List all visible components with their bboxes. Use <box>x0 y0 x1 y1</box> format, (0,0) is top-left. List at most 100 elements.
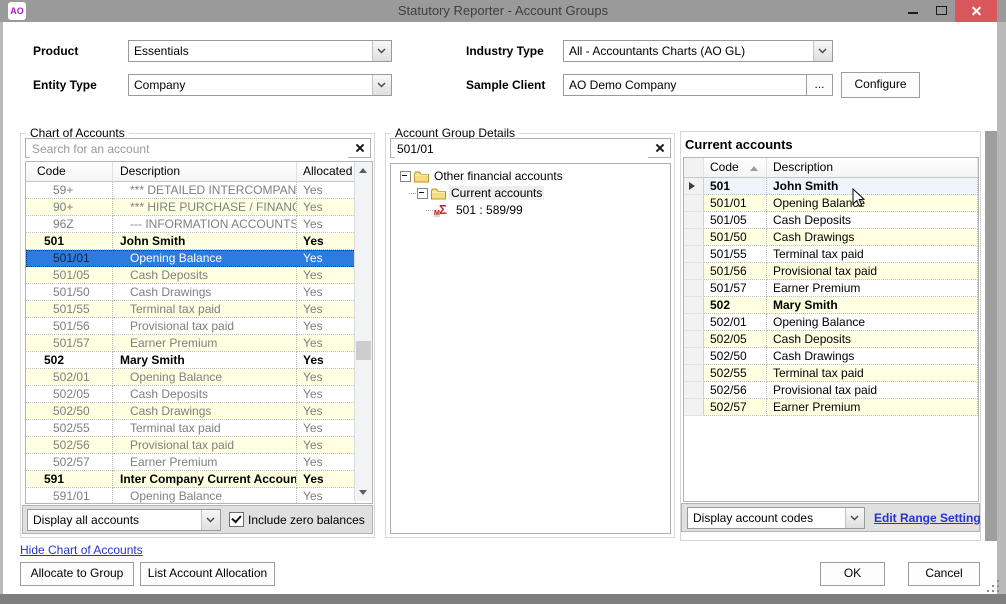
clear-search-icon[interactable] <box>352 141 368 155</box>
tree-collapse-icon[interactable] <box>417 188 428 199</box>
table-cell[interactable]: Terminal tax paid <box>113 301 297 318</box>
table-cell[interactable]: Terminal tax paid <box>113 420 297 437</box>
industry-type-dropdown[interactable]: All - Accountants Charts (AO GL) <box>563 40 833 62</box>
table-cell[interactable]: 502/50 <box>704 348 767 365</box>
row-header-cell[interactable] <box>684 178 704 195</box>
row-header-cell[interactable] <box>684 331 704 348</box>
table-cell[interactable]: Cash Drawings <box>113 284 297 301</box>
maximize-button[interactable] <box>928 0 954 22</box>
chevron-down-icon[interactable] <box>845 508 864 528</box>
table-cell[interactable]: 96Z <box>26 216 113 233</box>
row-header-cell[interactable] <box>684 365 704 382</box>
table-cell[interactable]: Opening Balance <box>767 195 978 212</box>
table-cell[interactable]: Earner Premium <box>767 399 978 416</box>
table-row[interactable]: 501/01Opening Balance <box>684 195 978 212</box>
table-cell[interactable]: Opening Balance <box>113 488 297 504</box>
table-row[interactable]: 90+*** HIRE PURCHASE / FINANC...Yes <box>26 199 372 216</box>
table-cell[interactable]: Yes <box>297 335 356 352</box>
table-cell[interactable]: Yes <box>297 182 356 199</box>
row-header-cell[interactable] <box>684 280 704 297</box>
table-row[interactable]: 501/50Cash Drawings <box>684 229 978 246</box>
chevron-down-icon[interactable] <box>201 510 220 530</box>
table-row[interactable]: 502/05Cash DepositsYes <box>26 386 372 403</box>
table-cell[interactable]: 502/56 <box>704 382 767 399</box>
edit-range-setting-link[interactable]: Edit Range Setting <box>874 511 981 525</box>
table-cell[interactable]: 501/55 <box>26 301 113 318</box>
account-search-input[interactable] <box>30 140 348 158</box>
table-row[interactable]: 502/57Earner PremiumYes <box>26 454 372 471</box>
hide-chart-of-accounts-link[interactable]: Hide Chart of Accounts <box>20 543 143 557</box>
table-row[interactable]: 501/50Cash DrawingsYes <box>26 284 372 301</box>
table-cell[interactable]: 502/56 <box>26 437 113 454</box>
table-cell[interactable]: Yes <box>297 420 356 437</box>
tree-node[interactable]: Current accounts <box>391 185 670 202</box>
table-cell[interactable]: 501/05 <box>26 267 113 284</box>
table-cell[interactable]: Cash Drawings <box>767 229 978 246</box>
table-cell[interactable]: 501/55 <box>704 246 767 263</box>
product-dropdown[interactable]: Essentials <box>128 40 392 62</box>
table-cell[interactable]: Cash Deposits <box>767 331 978 348</box>
table-cell[interactable]: Cash Drawings <box>113 403 297 420</box>
table-cell[interactable]: Provisional tax paid <box>767 263 978 280</box>
table-cell[interactable]: Earner Premium <box>113 454 297 471</box>
table-cell[interactable]: Opening Balance <box>113 369 297 386</box>
table-cell[interactable]: Cash Deposits <box>113 267 297 284</box>
title-bar[interactable]: AO Statutory Reporter - Account Groups <box>0 0 1006 22</box>
table-cell[interactable]: 502 <box>26 352 113 369</box>
table-row[interactable]: 501/57Earner Premium <box>684 280 978 297</box>
table-cell[interactable]: Yes <box>297 386 356 403</box>
tree-node[interactable]: MΣ501 : 589/99 <box>391 202 670 219</box>
table-row[interactable]: 502/57Earner Premium <box>684 399 978 416</box>
scroll-up-icon[interactable] <box>355 162 372 179</box>
table-cell[interactable]: 502 <box>704 297 767 314</box>
ok-button[interactable]: OK <box>820 562 885 586</box>
table-row[interactable]: 502/56Provisional tax paid <box>684 382 978 399</box>
table-row[interactable]: 502Mary Smith <box>684 297 978 314</box>
table-cell[interactable]: Earner Premium <box>767 280 978 297</box>
table-cell[interactable]: Yes <box>297 233 356 250</box>
table-cell[interactable]: 501/01 <box>704 195 767 212</box>
column-header-allocated[interactable]: Allocated <box>297 162 355 182</box>
scrollbar-thumb[interactable] <box>356 341 371 360</box>
table-cell[interactable]: Earner Premium <box>113 335 297 352</box>
table-cell[interactable]: 591/01 <box>26 488 113 504</box>
table-row[interactable]: 501/55Terminal tax paidYes <box>26 301 372 318</box>
table-cell[interactable]: Provisional tax paid <box>113 318 297 335</box>
table-row[interactable]: 501/05Cash DepositsYes <box>26 267 372 284</box>
table-cell[interactable]: 501/56 <box>26 318 113 335</box>
table-cell[interactable]: 502/57 <box>704 399 767 416</box>
entity-type-dropdown[interactable]: Company <box>128 74 392 96</box>
table-cell[interactable]: Yes <box>297 216 356 233</box>
table-row[interactable]: 501John Smith <box>684 178 978 195</box>
display-account-codes-dropdown[interactable]: Display account codes <box>687 507 865 529</box>
row-header-cell[interactable] <box>684 314 704 331</box>
table-cell[interactable]: 591 <box>26 471 113 488</box>
table-row[interactable]: 501/05Cash Deposits <box>684 212 978 229</box>
table-cell[interactable]: Provisional tax paid <box>113 437 297 454</box>
row-header-cell[interactable] <box>684 212 704 229</box>
table-cell[interactable]: Cash Deposits <box>767 212 978 229</box>
table-cell[interactable]: Yes <box>297 318 356 335</box>
table-cell[interactable]: 501/57 <box>704 280 767 297</box>
table-row[interactable]: 501John SmithYes <box>26 233 372 250</box>
table-row[interactable]: 502/50Cash Drawings <box>684 348 978 365</box>
table-cell[interactable]: 502/55 <box>26 420 113 437</box>
table-row[interactable]: 501/57Earner PremiumYes <box>26 335 372 352</box>
table-cell[interactable]: Cash Deposits <box>113 386 297 403</box>
table-cell[interactable]: 501/50 <box>26 284 113 301</box>
table-cell[interactable]: Yes <box>297 403 356 420</box>
table-cell[interactable]: Mary Smith <box>113 352 297 369</box>
table-cell[interactable]: *** HIRE PURCHASE / FINANC... <box>113 199 297 216</box>
column-header-description[interactable]: Description <box>113 162 297 182</box>
close-button[interactable] <box>955 0 997 22</box>
table-cell[interactable]: 502/50 <box>26 403 113 420</box>
table-cell[interactable]: Yes <box>297 352 356 369</box>
table-row[interactable]: 501/55Terminal tax paid <box>684 246 978 263</box>
table-cell[interactable]: Terminal tax paid <box>767 246 978 263</box>
table-row[interactable]: 96Z--- INFORMATION ACCOUNTS...Yes <box>26 216 372 233</box>
account-search-box[interactable] <box>25 138 371 158</box>
table-row[interactable]: 59+*** DETAILED INTERCOMPAN...Yes <box>26 182 372 199</box>
list-account-allocation-button[interactable]: List Account Allocation <box>140 562 275 586</box>
table-cell[interactable]: 90+ <box>26 199 113 216</box>
table-row[interactable]: 501/56Provisional tax paid <box>684 263 978 280</box>
